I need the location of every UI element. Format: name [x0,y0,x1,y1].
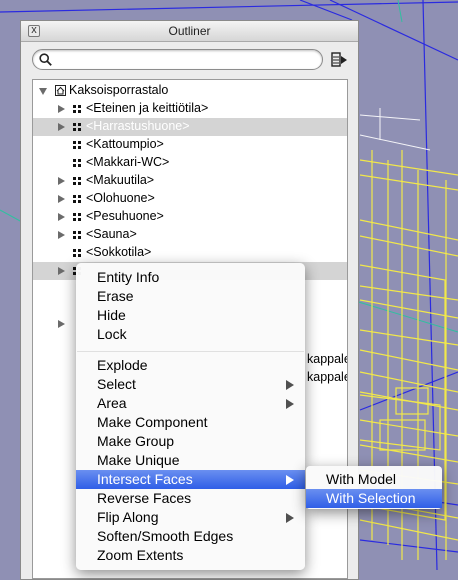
tree-row[interactable]: <Olohuone> [33,190,347,208]
menu-item-select[interactable]: Select [76,375,305,394]
submenu-item-with-selection[interactable]: With Selection [306,489,442,508]
submenu-arrow-icon [286,380,294,390]
tree-row-label: <Olohuone> [86,191,155,205]
group-icon [73,123,82,132]
menu-separator [77,351,304,352]
expand-triangle-icon[interactable] [58,195,65,203]
submenu-item-with-model[interactable]: With Model [306,470,442,489]
tree-row[interactable]: <Sokkotila> [33,244,347,262]
tree-row-label: <Kattoumpio> [86,137,164,151]
expand-triangle-icon[interactable] [58,123,65,131]
menu-item-make-unique[interactable]: Make Unique [76,451,305,470]
tree-row[interactable]: <Kattoumpio> [33,136,347,154]
submenu-arrow-icon [286,475,294,485]
menu-item-lock[interactable]: Lock [76,325,305,344]
tree-row-label: <Eteinen ja keittiötila> [86,101,209,115]
tree-row[interactable]: <Makuutila> [33,172,347,190]
tree-row-label: <Pesuhuone> [86,209,164,223]
group-icon [73,141,82,150]
expand-triangle-icon[interactable] [58,213,65,221]
collapse-triangle-icon[interactable] [39,88,47,95]
tree-row-selected[interactable]: <Harrastushuone> [33,118,347,136]
group-icon [73,231,82,240]
group-icon [73,159,82,168]
expand-triangle-icon[interactable] [58,105,65,113]
group-icon [73,249,82,258]
menu-item-zoom-extents[interactable]: Zoom Extents [76,546,305,565]
menu-item-hide[interactable]: Hide [76,306,305,325]
expand-triangle-icon[interactable] [58,231,65,239]
tree-row[interactable]: <Makkari-WC> [33,154,347,172]
details-arrow-icon[interactable] [331,51,349,69]
model-house-icon [55,85,66,96]
tree-row-label: <Sokkotila> [86,245,152,259]
titlebar[interactable]: x Outliner [21,21,358,42]
tree-root-label: Kaksoisporrastalo [69,83,169,97]
tree-row-label: <Harrastushuone> [86,119,190,133]
tree-row-label: <Makkari-WC> [86,155,170,169]
menu-item-erase[interactable]: Erase [76,287,305,306]
group-icon [73,105,82,114]
expand-triangle-icon[interactable] [58,177,65,185]
menu-item-intersect-faces[interactable]: Intersect Faces [76,470,305,489]
tree-row[interactable]: <Pesuhuone> [33,208,347,226]
group-icon [73,177,82,186]
tree-row-label: kappale [307,370,348,384]
tree-row[interactable]: <Sauna> [33,226,347,244]
group-icon [73,195,82,204]
search-row [21,47,358,73]
tree-root-row[interactable]: Kaksoisporrastalo [33,82,347,100]
context-menu: Entity Info Erase Hide Lock Explode Sele… [76,263,305,570]
submenu-arrow-icon [286,399,294,409]
menu-item-reverse-faces[interactable]: Reverse Faces [76,489,305,508]
search-icon [39,53,52,66]
group-icon [73,213,82,222]
submenu-arrow-icon [286,513,294,523]
menu-item-soften-smooth-edges[interactable]: Soften/Smooth Edges [76,527,305,546]
menu-item-flip-along[interactable]: Flip Along [76,508,305,527]
menu-item-make-component[interactable]: Make Component [76,413,305,432]
tree-row-label: kappale [307,352,348,366]
menu-item-make-group[interactable]: Make Group [76,432,305,451]
expand-triangle-icon[interactable] [58,267,65,275]
tree-row-label: <Sauna> [86,227,137,241]
menu-item-entity-info[interactable]: Entity Info [76,268,305,287]
expand-triangle-icon[interactable] [58,320,65,328]
tree-row-label: <Makuutila> [86,173,155,187]
search-field[interactable] [32,49,323,70]
menu-item-area[interactable]: Area [76,394,305,413]
menu-item-explode[interactable]: Explode [76,356,305,375]
tree-row[interactable]: <Eteinen ja keittiötila> [33,100,347,118]
search-input[interactable] [57,52,316,69]
intersect-faces-submenu: With Model With Selection [306,466,442,509]
window-title: Outliner [168,24,211,38]
